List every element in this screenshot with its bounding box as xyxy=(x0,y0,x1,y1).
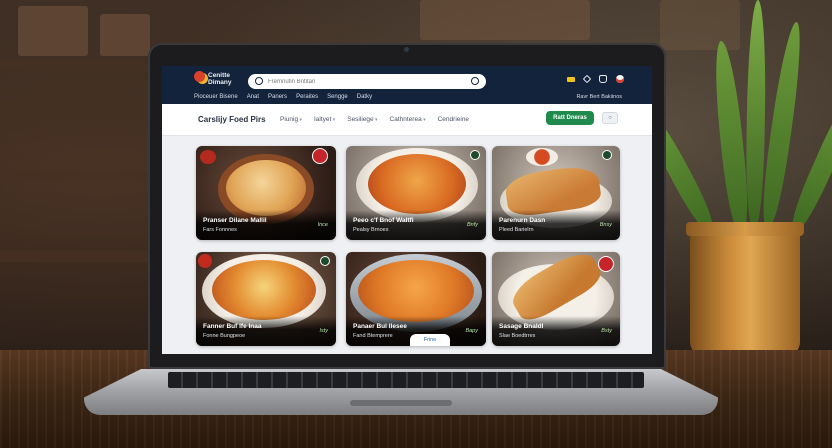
nav-item-2[interactable]: Anat xyxy=(247,94,259,103)
plant-pot-rim xyxy=(686,222,804,236)
shelf-box xyxy=(420,0,590,40)
favorite-badge[interactable] xyxy=(312,148,328,164)
food-card[interactable]: Panaer Bul Ilesee Fand Btemprere Bapy xyxy=(346,252,486,346)
favorite-badge[interactable] xyxy=(598,256,614,272)
card-caption: Pranser Dilane Mallil Fars Fonnnes Ince xyxy=(196,210,336,240)
site-header: Cenitte Dimany Pioceuer Bisene Anat Pane… xyxy=(162,66,652,104)
shelf-box xyxy=(100,14,150,56)
sauce-bowl xyxy=(200,150,216,164)
food-card[interactable]: Parenurn Dasn Pleed Barielrn Bnsy xyxy=(492,146,620,240)
filter-dropdown-2[interactable]: Ialtyet xyxy=(314,116,335,123)
card-subtitle: Fars Fonnnes xyxy=(203,227,237,233)
card-title: Peeo c'f Bnof Waltfi xyxy=(353,217,414,224)
bag-icon[interactable] xyxy=(599,75,607,83)
tag-icon[interactable] xyxy=(582,74,592,84)
card-caption: Parenurn Dasn Pleed Barielrn Bnsy xyxy=(492,210,620,240)
stew-dish xyxy=(212,260,316,320)
header-right-links[interactable]: Ravr Bert Bakiinos xyxy=(576,94,622,100)
food-card[interactable]: Sasage Bnaldl Slae Boedtrrex Bsty xyxy=(492,252,620,346)
nav-item-3[interactable]: Paners xyxy=(268,94,287,103)
food-card[interactable]: Pranser Dilane Mallil Fars Fonnnes Ince xyxy=(196,146,336,240)
card-subtitle: Slae Boedtrrex xyxy=(499,333,536,339)
main-nav: Pioceuer Bisene Anat Paners Peraites Sen… xyxy=(194,94,372,103)
card-rating: Bsty xyxy=(601,328,612,334)
card-caption: Peeo c'f Bnof Waltfi Pealsy Brnoes Bnfy xyxy=(346,210,486,240)
scroll-pill[interactable]: Frine xyxy=(410,334,450,346)
primary-cta-button[interactable]: Ratt Dneras xyxy=(546,111,594,125)
wall-shelf xyxy=(0,170,150,180)
card-rating: Bapy xyxy=(465,328,478,334)
rice-dish xyxy=(358,260,474,322)
card-subtitle: Pealsy Brnoes xyxy=(353,227,389,233)
card-subtitle: Fand Btemprere xyxy=(353,333,393,339)
shelf-box xyxy=(660,0,740,50)
curry-dish xyxy=(368,154,466,214)
header-icons xyxy=(567,74,624,84)
veg-badge xyxy=(602,150,612,160)
pill-label: Frine xyxy=(423,337,437,343)
filter-row: Piunig Ialtyet Sesiliege Cathnterea Cend… xyxy=(280,116,469,123)
card-title: Parenurn Dasn xyxy=(499,217,546,224)
view-toggle-button[interactable]: ○ xyxy=(602,112,618,124)
veg-badge xyxy=(320,256,330,266)
nav-item-4[interactable]: Peraites xyxy=(296,94,318,103)
card-title: Panaer Bul Ilesee xyxy=(353,323,407,330)
card-rating: Ince xyxy=(317,222,328,228)
dumpling-dish xyxy=(226,160,306,216)
chili-garnish xyxy=(198,254,212,268)
wall-shelf xyxy=(0,250,150,262)
page-title: Carslijy Foed Pirs xyxy=(198,115,266,124)
card-subtitle: Pleed Barielrn xyxy=(499,227,534,233)
shelf-box xyxy=(18,6,88,56)
card-title: Pranser Dilane Mallil xyxy=(203,217,267,224)
search-icon xyxy=(255,77,263,85)
webcam xyxy=(404,47,409,52)
plant-pot xyxy=(690,226,800,356)
search-input[interactable] xyxy=(268,76,458,87)
food-card[interactable]: Peeo c'f Bnof Waltfi Pealsy Brnoes Bnfy xyxy=(346,146,486,240)
laptop-screen: Cenitte Dimany Pioceuer Bisene Anat Pane… xyxy=(162,66,652,354)
card-rating: Bnsy xyxy=(599,222,612,228)
account-icon[interactable] xyxy=(616,75,624,83)
card-rating: Isty xyxy=(319,328,328,334)
search-submit-icon[interactable] xyxy=(471,77,479,85)
nav-item-1[interactable]: Pioceuer Bisene xyxy=(194,94,238,103)
laptop-keyboard xyxy=(168,372,644,388)
wall-shelf xyxy=(0,60,150,70)
sauce-bowl xyxy=(526,148,558,166)
card-caption: Sasage Bnaldl Slae Boedtrrex Bsty xyxy=(492,316,620,346)
card-rating: Bnfy xyxy=(466,222,478,228)
laptop-notch xyxy=(350,400,452,406)
card-subtitle: Fonne Bungpeoe xyxy=(203,333,246,339)
card-caption: Fanner Buf Ife Inaa Fonne Bungpeoe Isty xyxy=(196,316,336,346)
food-card[interactable]: Fanner Buf Ife Inaa Fonne Bungpeoe Isty xyxy=(196,252,336,346)
nav-item-5[interactable]: Sengge xyxy=(327,94,348,103)
filter-dropdown-4[interactable]: Cathnterea xyxy=(390,116,426,123)
logo-icon[interactable] xyxy=(194,71,205,82)
category-bar: Carslijy Foed Pirs Piunig Ialtyet Sesili… xyxy=(162,104,652,136)
veg-badge xyxy=(470,150,480,160)
search-bar[interactable] xyxy=(248,74,486,89)
filter-dropdown-1[interactable]: Piunig xyxy=(280,116,302,123)
card-title: Sasage Bnaldl xyxy=(499,323,544,330)
flag-icon[interactable] xyxy=(567,76,575,82)
filter-link-5[interactable]: Cendrieine xyxy=(438,116,469,123)
filter-dropdown-3[interactable]: Sesiliege xyxy=(347,116,377,123)
nav-item-6[interactable]: Datky xyxy=(357,94,372,103)
card-title: Fanner Buf Ife Inaa xyxy=(203,323,262,330)
